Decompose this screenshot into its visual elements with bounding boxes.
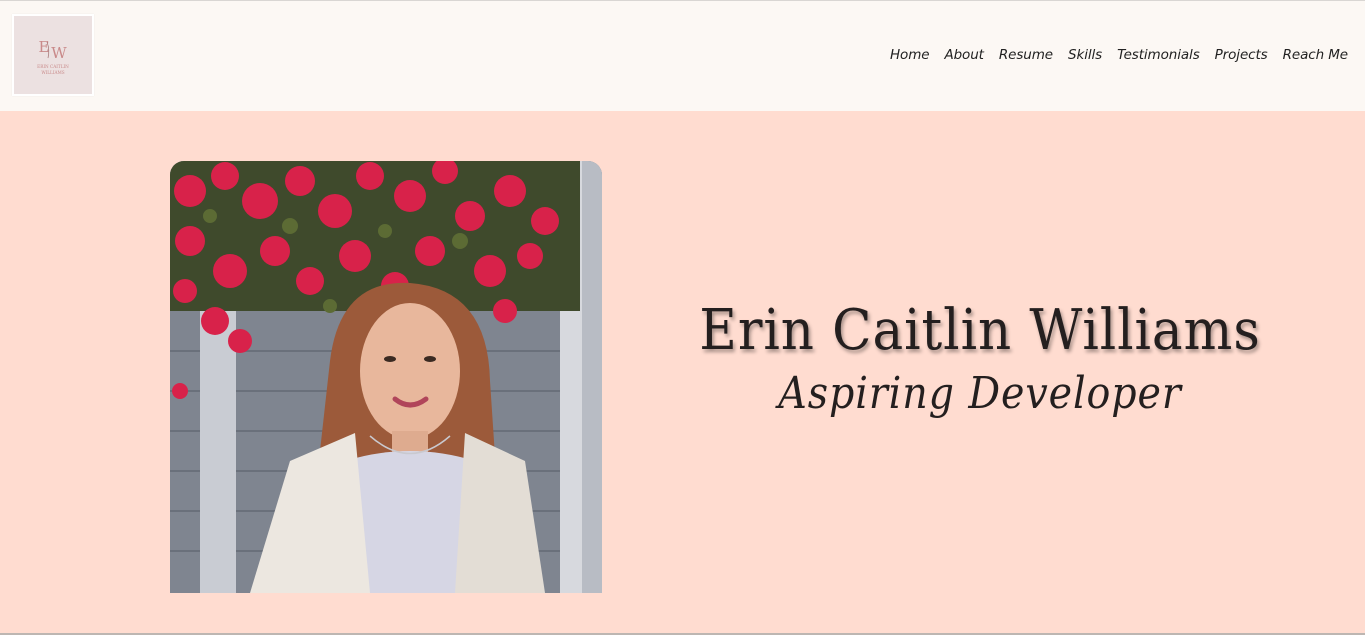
logo-monogram-e: E <box>39 38 50 56</box>
hero-role: Aspiring Developer <box>778 367 1182 419</box>
logo-name-line1: ERIN CAITLIN <box>37 64 69 69</box>
nav-about[interactable]: About <box>944 47 984 63</box>
hero-text: Erin Caitlin Williams Aspiring Developer <box>640 300 1320 418</box>
main-nav: Home About Resume Skills Testimonials Pr… <box>890 47 1348 63</box>
nav-reach-me[interactable]: Reach Me <box>1283 47 1348 63</box>
nav-home[interactable]: Home <box>890 47 930 63</box>
nav-projects[interactable]: Projects <box>1215 47 1268 63</box>
logo-monogram-w: W <box>51 44 67 62</box>
logo-mark: E W ERIN CAITLIN WILLIAMS <box>37 38 69 75</box>
site-header: E W ERIN CAITLIN WILLIAMS Home About Res… <box>0 1 1365 111</box>
site-logo[interactable]: E W ERIN CAITLIN WILLIAMS <box>12 14 94 96</box>
nav-skills[interactable]: Skills <box>1068 47 1102 63</box>
nav-resume[interactable]: Resume <box>999 47 1053 63</box>
nav-testimonials[interactable]: Testimonials <box>1117 47 1200 63</box>
hero-name: Erin Caitlin Williams <box>699 298 1261 363</box>
profile-photo <box>170 161 602 593</box>
logo-name-line2: WILLIAMS <box>41 70 64 75</box>
